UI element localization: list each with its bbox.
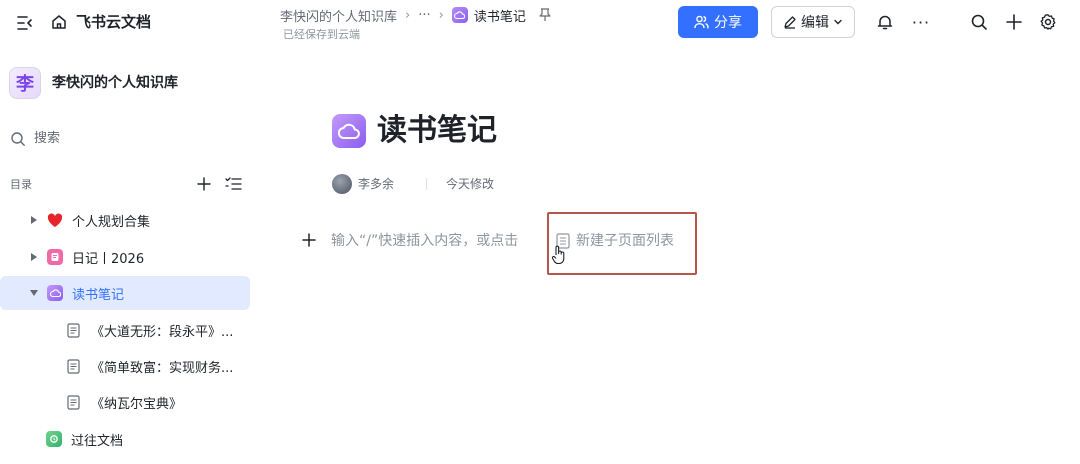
more-icon[interactable]: ··· [910, 11, 932, 33]
cloud-icon [451, 7, 468, 23]
highlight-annotation [547, 212, 697, 275]
plus-icon[interactable] [1003, 11, 1025, 33]
sidebar-item-label: 日记丨2026 [72, 251, 145, 267]
sidebar-item-book-2[interactable]: 《简单致富：实现财务... [0, 349, 250, 383]
breadcrumb: 李快闪的个人知识库 › ··· › 读书笔记 [280, 4, 552, 26]
author-name[interactable]: 李多余 [358, 176, 394, 192]
divider [426, 178, 427, 190]
list-view-icon[interactable] [224, 176, 242, 192]
users-icon [694, 15, 709, 29]
caret-right-icon[interactable] [29, 252, 39, 262]
edit-mode-button[interactable]: 编辑 [771, 6, 855, 38]
space-name[interactable]: 李快闪的个人知识库 [52, 73, 178, 93]
insert-block-icon[interactable] [300, 231, 318, 249]
avatar[interactable] [332, 174, 352, 194]
caret-right-icon[interactable] [29, 215, 39, 225]
search-icon[interactable] [9, 130, 27, 148]
top-bar: 飞书云文档 李快闪的个人知识库 › ··· › 读书笔记 已经保存到云端 分享 … [0, 0, 1080, 56]
editor-placeholder[interactable]: 输入“/”快速插入内容，或点击 [331, 232, 518, 250]
sidebar-item-personal-plans[interactable]: 个人规划合集 [0, 203, 250, 237]
chevron-right-icon: › [438, 7, 444, 23]
sidebar-item-past-docs[interactable]: 过往文档 [0, 422, 250, 456]
sidebar-item-label: 《纳瓦尔宝典》 [91, 396, 183, 412]
modified-time: 今天修改 [446, 177, 495, 191]
document-icon [65, 358, 81, 374]
pin-icon[interactable] [538, 7, 552, 23]
heart-icon [47, 212, 63, 228]
journal-icon [47, 249, 63, 265]
hand-cursor-icon [551, 245, 569, 267]
chevron-down-icon [834, 19, 842, 25]
pencil-icon [784, 16, 796, 29]
sidebar-item-book-1[interactable]: 《大道无形：段永平》... [0, 313, 250, 347]
home-icon[interactable] [48, 11, 70, 33]
sidebar-item-label: 过往文档 [71, 433, 124, 449]
collapse-sidebar-icon[interactable] [14, 12, 36, 34]
document-icon [65, 322, 81, 338]
archive-icon [46, 431, 62, 447]
sidebar-item-diary[interactable]: 日记丨2026 [0, 240, 250, 274]
cloud-icon [47, 285, 63, 301]
edit-label: 编辑 [801, 15, 829, 31]
app-title[interactable]: 飞书云文档 [76, 11, 151, 33]
sidebar-item-label: 读书笔记 [72, 287, 125, 303]
sidebar-item-reading-notes[interactable]: 读书笔记 [0, 276, 250, 310]
breadcrumb-ellipsis[interactable]: ··· [418, 8, 430, 23]
sidebar-search-label[interactable]: 搜索 [34, 130, 60, 148]
cloud-icon[interactable] [332, 114, 366, 148]
sidebar-item-label: 《简单致富：实现财务... [91, 360, 234, 376]
document-icon [65, 394, 81, 410]
breadcrumb-space[interactable]: 李快闪的个人知识库 [280, 6, 397, 25]
share-label: 分享 [714, 15, 742, 31]
gear-icon[interactable] [1037, 11, 1059, 33]
space-avatar[interactable]: 李 [9, 67, 41, 99]
toc-heading: 目录 [10, 178, 32, 191]
caret-down-icon[interactable] [29, 288, 39, 298]
share-button[interactable]: 分享 [678, 6, 758, 38]
bell-icon[interactable] [874, 11, 896, 33]
breadcrumb-current-label: 读书笔记 [473, 9, 526, 25]
sidebar-item-label: 个人规划合集 [72, 214, 151, 230]
search-icon[interactable] [968, 11, 990, 33]
add-page-icon[interactable] [196, 176, 212, 192]
sidebar-item-book-3[interactable]: 《纳瓦尔宝典》 [0, 385, 250, 419]
save-status: 已经保存到云端 [283, 28, 360, 41]
breadcrumb-current[interactable]: 读书笔记 [451, 6, 526, 25]
chevron-right-icon: › [405, 7, 411, 23]
sidebar-item-label: 《大道无形：段永平》... [91, 324, 234, 340]
document-title[interactable]: 读书笔记 [377, 109, 497, 153]
